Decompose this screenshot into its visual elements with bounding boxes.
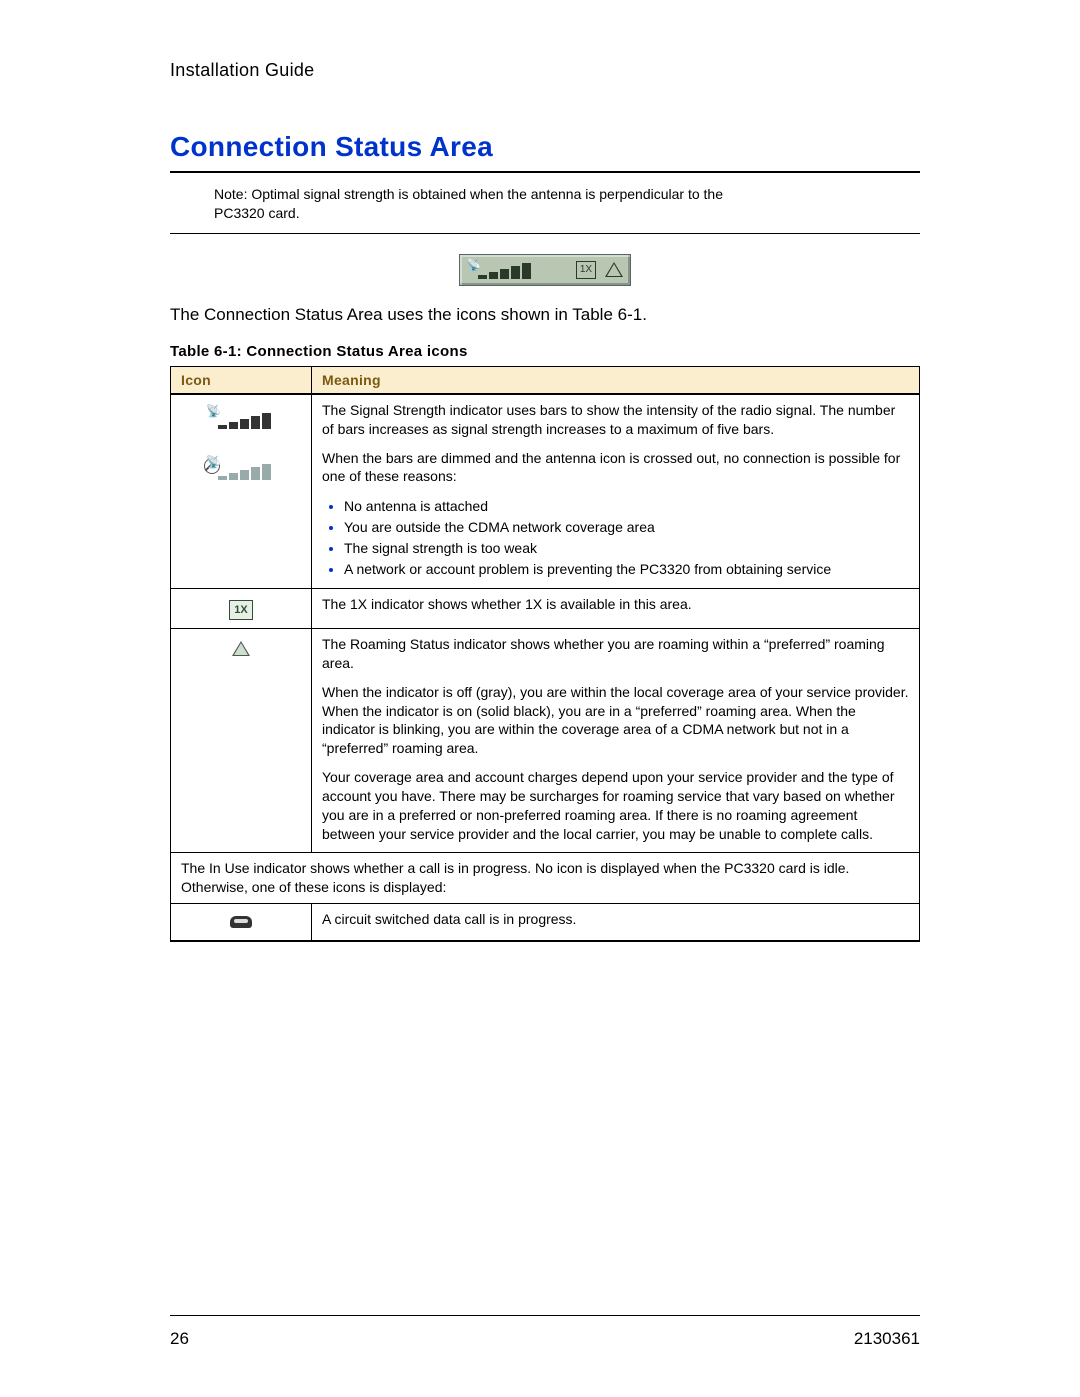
note-text: Optimal signal strength is obtained when… [214, 186, 723, 221]
roaming-indicator-icon [232, 641, 250, 656]
th-meaning: Meaning [312, 366, 920, 394]
th-icon: Icon [171, 366, 312, 394]
row-inuse-intro: The In Use indicator shows whether a cal… [171, 852, 920, 903]
signal-bullet: No antenna is attached [344, 496, 909, 517]
cell-inuse-text: A circuit switched data call is in progr… [312, 903, 920, 941]
note-label: Note: [214, 186, 247, 202]
page-footer: 26 2130361 [170, 1329, 920, 1349]
signal-p1: The Signal Strength indicator uses bars … [322, 401, 909, 439]
onex-icon: 1X [576, 261, 596, 279]
status-figure-wrap: 📡 1X [170, 254, 920, 291]
row-inuse-circuit: A circuit switched data call is in progr… [171, 903, 920, 941]
row-onex: 1X The 1X indicator shows whether 1X is … [171, 588, 920, 628]
note-block: Note: Optimal signal strength is obtaine… [170, 185, 734, 223]
rule-under-note [170, 233, 920, 234]
cell-signal-icons: 📡 📡 [171, 394, 312, 589]
intro-text: The Connection Status Area uses the icon… [170, 305, 920, 325]
signal-bullet: A network or account problem is preventi… [344, 559, 909, 580]
status-area-figure: 📡 1X [459, 254, 631, 286]
cell-roaming-icon [171, 628, 312, 852]
icons-table: Icon Meaning 📡 📡 The Si [170, 366, 920, 943]
signal-strength-icon: 📡 [206, 405, 276, 431]
roaming-p3: Your coverage area and account charges d… [322, 768, 909, 844]
doc-title: Installation Guide [170, 60, 920, 81]
row-signal: 📡 📡 The Signal Strength indicator uses b… [171, 394, 920, 589]
roaming-p2: When the indicator is off (gray), you ar… [322, 683, 909, 759]
signal-disabled-icon: 📡 [206, 456, 276, 482]
doc-number: 2130361 [854, 1329, 920, 1349]
call-in-progress-icon [230, 916, 252, 928]
rule-top [170, 171, 920, 173]
roaming-triangle-icon [606, 263, 622, 277]
table-caption: Table 6-1: Connection Status Area icons [170, 343, 920, 360]
signal-bullets: No antenna is attached You are outside t… [322, 496, 909, 580]
onex-indicator-icon: 1X [229, 600, 253, 620]
section-title: Connection Status Area [170, 131, 920, 163]
cell-onex-icon: 1X [171, 588, 312, 628]
page: Installation Guide Connection Status Are… [0, 0, 1080, 1397]
roaming-p1: The Roaming Status indicator shows wheth… [322, 635, 909, 673]
signal-bars-icon [478, 263, 531, 279]
signal-p2: When the bars are dimmed and the antenna… [322, 449, 909, 487]
cell-inuse-intro: The In Use indicator shows whether a cal… [171, 852, 920, 903]
signal-bullet: The signal strength is too weak [344, 538, 909, 559]
cell-roaming-text: The Roaming Status indicator shows wheth… [312, 628, 920, 852]
signal-bullet: You are outside the CDMA network coverag… [344, 517, 909, 538]
cell-signal-text: The Signal Strength indicator uses bars … [312, 394, 920, 589]
cell-inuse-icon [171, 903, 312, 941]
cell-onex-text: The 1X indicator shows whether 1X is ava… [312, 588, 920, 628]
page-number: 26 [170, 1329, 189, 1349]
row-roaming: The Roaming Status indicator shows wheth… [171, 628, 920, 852]
